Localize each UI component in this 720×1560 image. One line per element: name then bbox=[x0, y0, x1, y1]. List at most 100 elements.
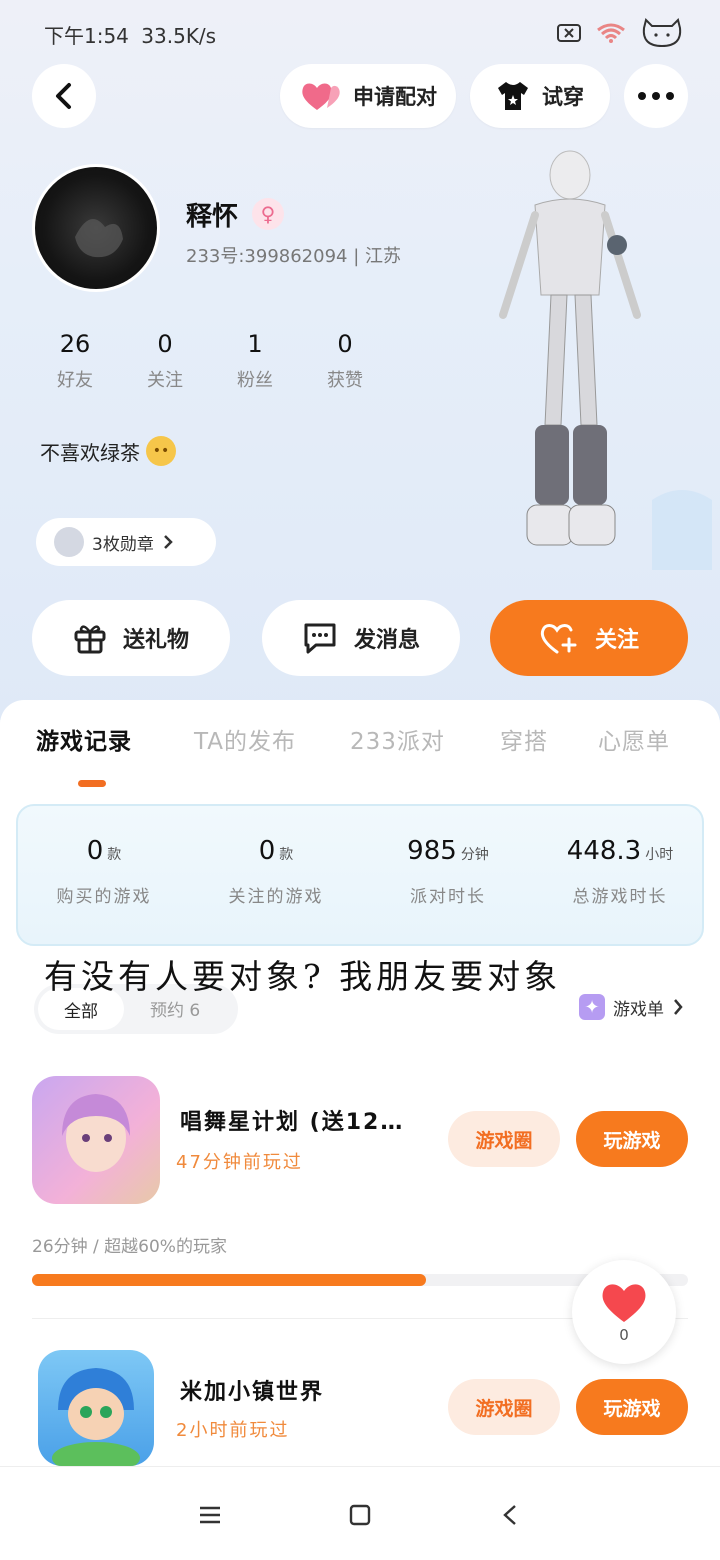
avatar-character-image[interactable] bbox=[495, 145, 645, 555]
summary-unit: 分钟 bbox=[460, 847, 489, 863]
summary-value: 985 bbox=[407, 836, 457, 866]
heart-icon bbox=[602, 1284, 646, 1322]
network-speed: 33.5K/s bbox=[141, 24, 217, 48]
play-game-button[interactable]: 玩游戏 bbox=[576, 1379, 688, 1435]
game-list-link[interactable]: ✦ 游戏单 bbox=[579, 994, 684, 1020]
game-last-played: 2小时前玩过 bbox=[176, 1420, 290, 1441]
stat-likes[interactable]: 0 获赞 bbox=[300, 330, 390, 392]
stat-value: 0 bbox=[157, 330, 173, 358]
sparkle-icon: ✦ bbox=[579, 994, 605, 1020]
tab-posts[interactable]: TA的发布 bbox=[194, 722, 296, 756]
summary-unit: 款 bbox=[107, 847, 122, 863]
send-message-label: 发消息 bbox=[353, 628, 420, 653]
summary-value: 0 bbox=[258, 836, 276, 866]
menu-button[interactable] bbox=[190, 1497, 230, 1533]
status-bar: 下午1:54 33.5K/s bbox=[0, 0, 720, 62]
stat-value: 26 bbox=[59, 330, 91, 358]
stat-label: 好友 bbox=[57, 370, 93, 391]
nav-back-button[interactable] bbox=[490, 1497, 530, 1533]
stat-following[interactable]: 0 关注 bbox=[120, 330, 210, 392]
hearts-icon bbox=[302, 83, 340, 110]
heart-plus-icon bbox=[540, 624, 577, 654]
stat-fans[interactable]: 1 粉丝 bbox=[210, 330, 300, 392]
tab-game-records[interactable]: 游戏记录 bbox=[36, 722, 132, 756]
stat-label: 获赞 bbox=[327, 370, 363, 391]
game-icon-miga-town[interactable] bbox=[38, 1350, 154, 1466]
play-progress-text: 26分钟 / 超越60%的玩家 bbox=[32, 1237, 227, 1257]
status-time: 下午1:54 bbox=[44, 24, 129, 48]
chevron-right-icon bbox=[674, 999, 683, 1015]
sim-off-icon bbox=[557, 24, 581, 42]
user-id-location: 233号:399862094 | 江苏 bbox=[186, 246, 401, 267]
chevron-left-icon bbox=[56, 83, 71, 109]
badges-label: 3枚勋章 bbox=[92, 534, 154, 555]
eye-roll-emoji-icon: •• bbox=[146, 436, 176, 466]
game-art-image bbox=[62, 1094, 130, 1172]
summary-followed[interactable]: 0款 关注的游戏 bbox=[190, 836, 362, 907]
summary-value: 448.3 bbox=[566, 836, 642, 866]
like-count: 0 bbox=[619, 1326, 629, 1344]
female-icon: ♀ bbox=[252, 198, 284, 230]
tab-233-party[interactable]: 233派对 bbox=[350, 722, 445, 756]
game-list-label: 游戏单 bbox=[613, 999, 664, 1020]
bio-text: 不喜欢绿茶 bbox=[40, 440, 140, 465]
badges-button[interactable]: 3枚勋章 bbox=[36, 518, 216, 566]
avatar[interactable] bbox=[32, 164, 160, 292]
system-nav-bar bbox=[0, 1466, 720, 1560]
tab-outfits[interactable]: 穿搭 bbox=[500, 722, 548, 756]
send-gift-label: 送礼物 bbox=[122, 628, 189, 653]
summary-unit: 小时 bbox=[645, 847, 674, 863]
apply-pair-label: 申请配对 bbox=[353, 85, 437, 109]
summary-value: 0 bbox=[86, 836, 104, 866]
send-gift-button[interactable]: 送礼物 bbox=[32, 600, 230, 676]
home-button[interactable] bbox=[340, 1497, 380, 1533]
game-icon-dance-star[interactable] bbox=[32, 1076, 160, 1204]
game-circle-button[interactable]: 游戏圈 bbox=[448, 1379, 560, 1435]
more-dots-icon bbox=[638, 92, 674, 100]
medal-icon bbox=[54, 527, 84, 557]
status-icons bbox=[556, 18, 684, 48]
username: 释怀 bbox=[186, 202, 239, 232]
avatar-image bbox=[75, 219, 123, 258]
summary-label: 派对时长 bbox=[410, 887, 486, 907]
play-game-button[interactable]: 玩游戏 bbox=[576, 1111, 688, 1167]
battery-cat-icon bbox=[642, 18, 682, 48]
summary-purchased[interactable]: 0款 购买的游戏 bbox=[18, 836, 190, 907]
summary-unit: 款 bbox=[279, 847, 294, 863]
profile-tabs: 游戏记录 TA的发布 233派对 穿搭 心愿单 bbox=[0, 722, 720, 762]
stat-label: 粉丝 bbox=[237, 370, 273, 391]
summary-label: 购买的游戏 bbox=[56, 887, 152, 907]
follow-button[interactable]: 关注 bbox=[490, 600, 688, 676]
profile-stats: 26 好友 0 关注 1 粉丝 0 获赞 bbox=[30, 330, 390, 392]
play-progress-fill bbox=[32, 1274, 426, 1286]
back-button[interactable] bbox=[32, 64, 96, 128]
send-message-button[interactable]: 发消息 bbox=[262, 600, 460, 676]
stat-value: 0 bbox=[337, 330, 353, 358]
game-summary-card: 0款 购买的游戏 0款 关注的游戏 985 分钟 派对时长 448.3 小时 总游戏… bbox=[16, 804, 704, 946]
stat-friends[interactable]: 26 好友 bbox=[30, 330, 120, 392]
chat-bubble-icon bbox=[304, 623, 336, 654]
summary-party-time[interactable]: 985 分钟 派对时长 bbox=[362, 836, 534, 907]
more-button[interactable] bbox=[624, 64, 688, 128]
gift-icon bbox=[74, 625, 106, 654]
try-on-button[interactable]: 试穿 bbox=[470, 64, 610, 128]
home-square-icon bbox=[349, 1504, 371, 1526]
stat-value: 1 bbox=[247, 330, 263, 358]
try-on-label: 试穿 bbox=[542, 85, 584, 109]
follow-label: 关注 bbox=[594, 628, 639, 653]
stat-label: 关注 bbox=[147, 370, 183, 391]
chevron-right-icon bbox=[163, 535, 173, 549]
game-circle-button[interactable]: 游戏圈 bbox=[448, 1111, 560, 1167]
summary-total-time[interactable]: 448.3 小时 总游戏时长 bbox=[534, 836, 706, 907]
tab-wishlist[interactable]: 心愿单 bbox=[598, 722, 670, 756]
tab-indicator bbox=[78, 780, 106, 787]
tshirt-icon bbox=[498, 82, 528, 110]
filter-reserved-button[interactable]: 预约 6 bbox=[150, 996, 200, 1021]
summary-label: 关注的游戏 bbox=[228, 887, 324, 907]
apply-pair-button[interactable]: 申请配对 bbox=[280, 64, 456, 128]
game-name: 米加小镇世界 bbox=[180, 1380, 325, 1405]
233-logo-watermark bbox=[652, 490, 712, 570]
overlay-caption: 有没有人要对象? 我朋友要对象 bbox=[44, 957, 562, 996]
status-left: 下午1:54 33.5K/s bbox=[44, 20, 216, 49]
like-button[interactable]: 0 bbox=[572, 1260, 676, 1364]
